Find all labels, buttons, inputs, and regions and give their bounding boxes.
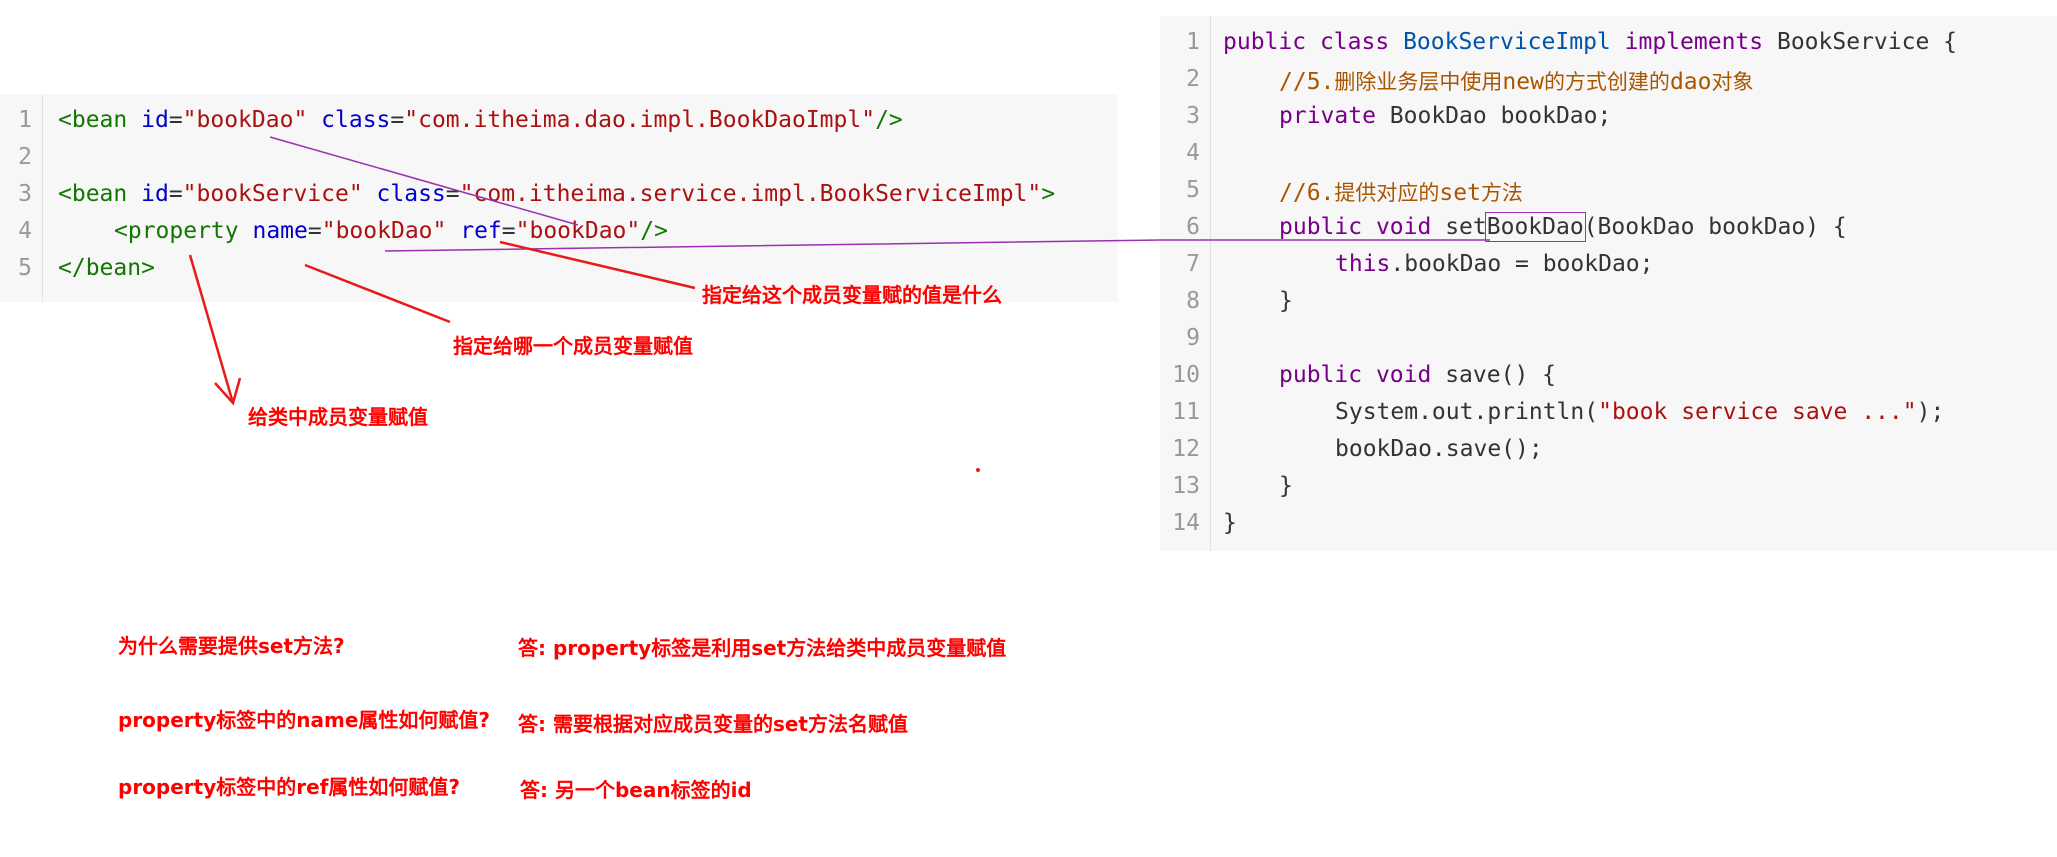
java-dao-save-call: bookDao.save();: [1335, 436, 1543, 462]
java-setter-signature: public void setBookDao(BookDao bookDao) …: [1279, 212, 1847, 242]
ref-value-note: 指定给这个成员变量赋的值是什么: [702, 283, 1002, 307]
line-number: 13: [1172, 473, 1200, 499]
xml-code-panel: 1 2 3 4 5 <bean id="bookDao" class="com.…: [0, 94, 1118, 302]
question-why-set: 为什么需要提供set方法?: [118, 634, 345, 658]
xml-line-gutter: 1 2 3 4 5: [0, 94, 43, 302]
line-number: 2: [1186, 66, 1200, 92]
java-line-gutter: 1 2 3 4 5 6 7 8 9 10 11 12 13 14: [1160, 16, 1211, 551]
java-code-panel: 1 2 3 4 5 6 7 8 9 10 11 12 13 14 public …: [1160, 16, 2057, 551]
java-class-declaration: public class BookServiceImpl implements …: [1223, 29, 1957, 55]
java-comment-remove-new: //5.删除业务层中使用new的方式创建的dao对象: [1279, 69, 1754, 95]
line-number: 9: [1186, 325, 1200, 351]
line-number: 5: [18, 255, 32, 281]
line-number: 5: [1186, 177, 1200, 203]
java-setter-close: }: [1279, 288, 1293, 314]
line-number: 1: [1186, 29, 1200, 55]
java-save-close: }: [1279, 473, 1293, 499]
line-number: 4: [1186, 140, 1200, 166]
assign-note-arrowhead: [214, 377, 242, 406]
property-assign-note: 给类中成员变量赋值: [248, 405, 428, 429]
line-number: 11: [1172, 399, 1200, 425]
line-number: 3: [1186, 103, 1200, 129]
question-ref-attr: property标签中的ref属性如何赋值?: [118, 775, 460, 799]
java-field-declaration: private BookDao bookDao;: [1279, 103, 1612, 129]
line-number: 6: [1186, 214, 1200, 240]
question-name-attr: property标签中的name属性如何赋值?: [118, 708, 491, 732]
stray-red-dot: [976, 468, 980, 472]
java-setter-body: this.bookDao = bookDao;: [1335, 251, 1654, 277]
line-number: 2: [18, 144, 32, 170]
line-number: 3: [18, 181, 32, 207]
name-member-note: 指定给哪一个成员变量赋值: [453, 334, 693, 358]
answer-ref-attr: 答: 另一个bean标签的id: [520, 778, 752, 802]
answer-name-attr: 答: 需要根据对应成员变量的set方法名赋值: [518, 712, 908, 736]
line-number: 7: [1186, 251, 1200, 277]
java-println: System.out.println("book service save ..…: [1335, 399, 1945, 425]
xml-line-property: <property name="bookDao" ref="bookDao"/>: [114, 218, 668, 244]
java-comment-provide-set: //6.提供对应的set方法: [1279, 180, 1523, 206]
xml-line-bean-close: </bean>: [58, 255, 155, 281]
line-number: 8: [1186, 288, 1200, 314]
line-number: 4: [18, 218, 32, 244]
java-class-close: }: [1223, 510, 1237, 536]
line-number: 12: [1172, 436, 1200, 462]
line-number: 14: [1172, 510, 1200, 536]
java-save-signature: public void save() {: [1279, 362, 1556, 388]
xml-line-bookdao-bean: <bean id="bookDao" class="com.itheima.da…: [58, 107, 903, 133]
line-number: 10: [1172, 362, 1200, 388]
answer-why-set: 答: property标签是利用set方法给类中成员变量赋值: [518, 636, 1007, 660]
setter-name-highlight-box: BookDao: [1484, 212, 1586, 242]
xml-line-bookservice-bean: <bean id="bookService" class="com.itheim…: [58, 181, 1056, 207]
line-number: 1: [18, 107, 32, 133]
